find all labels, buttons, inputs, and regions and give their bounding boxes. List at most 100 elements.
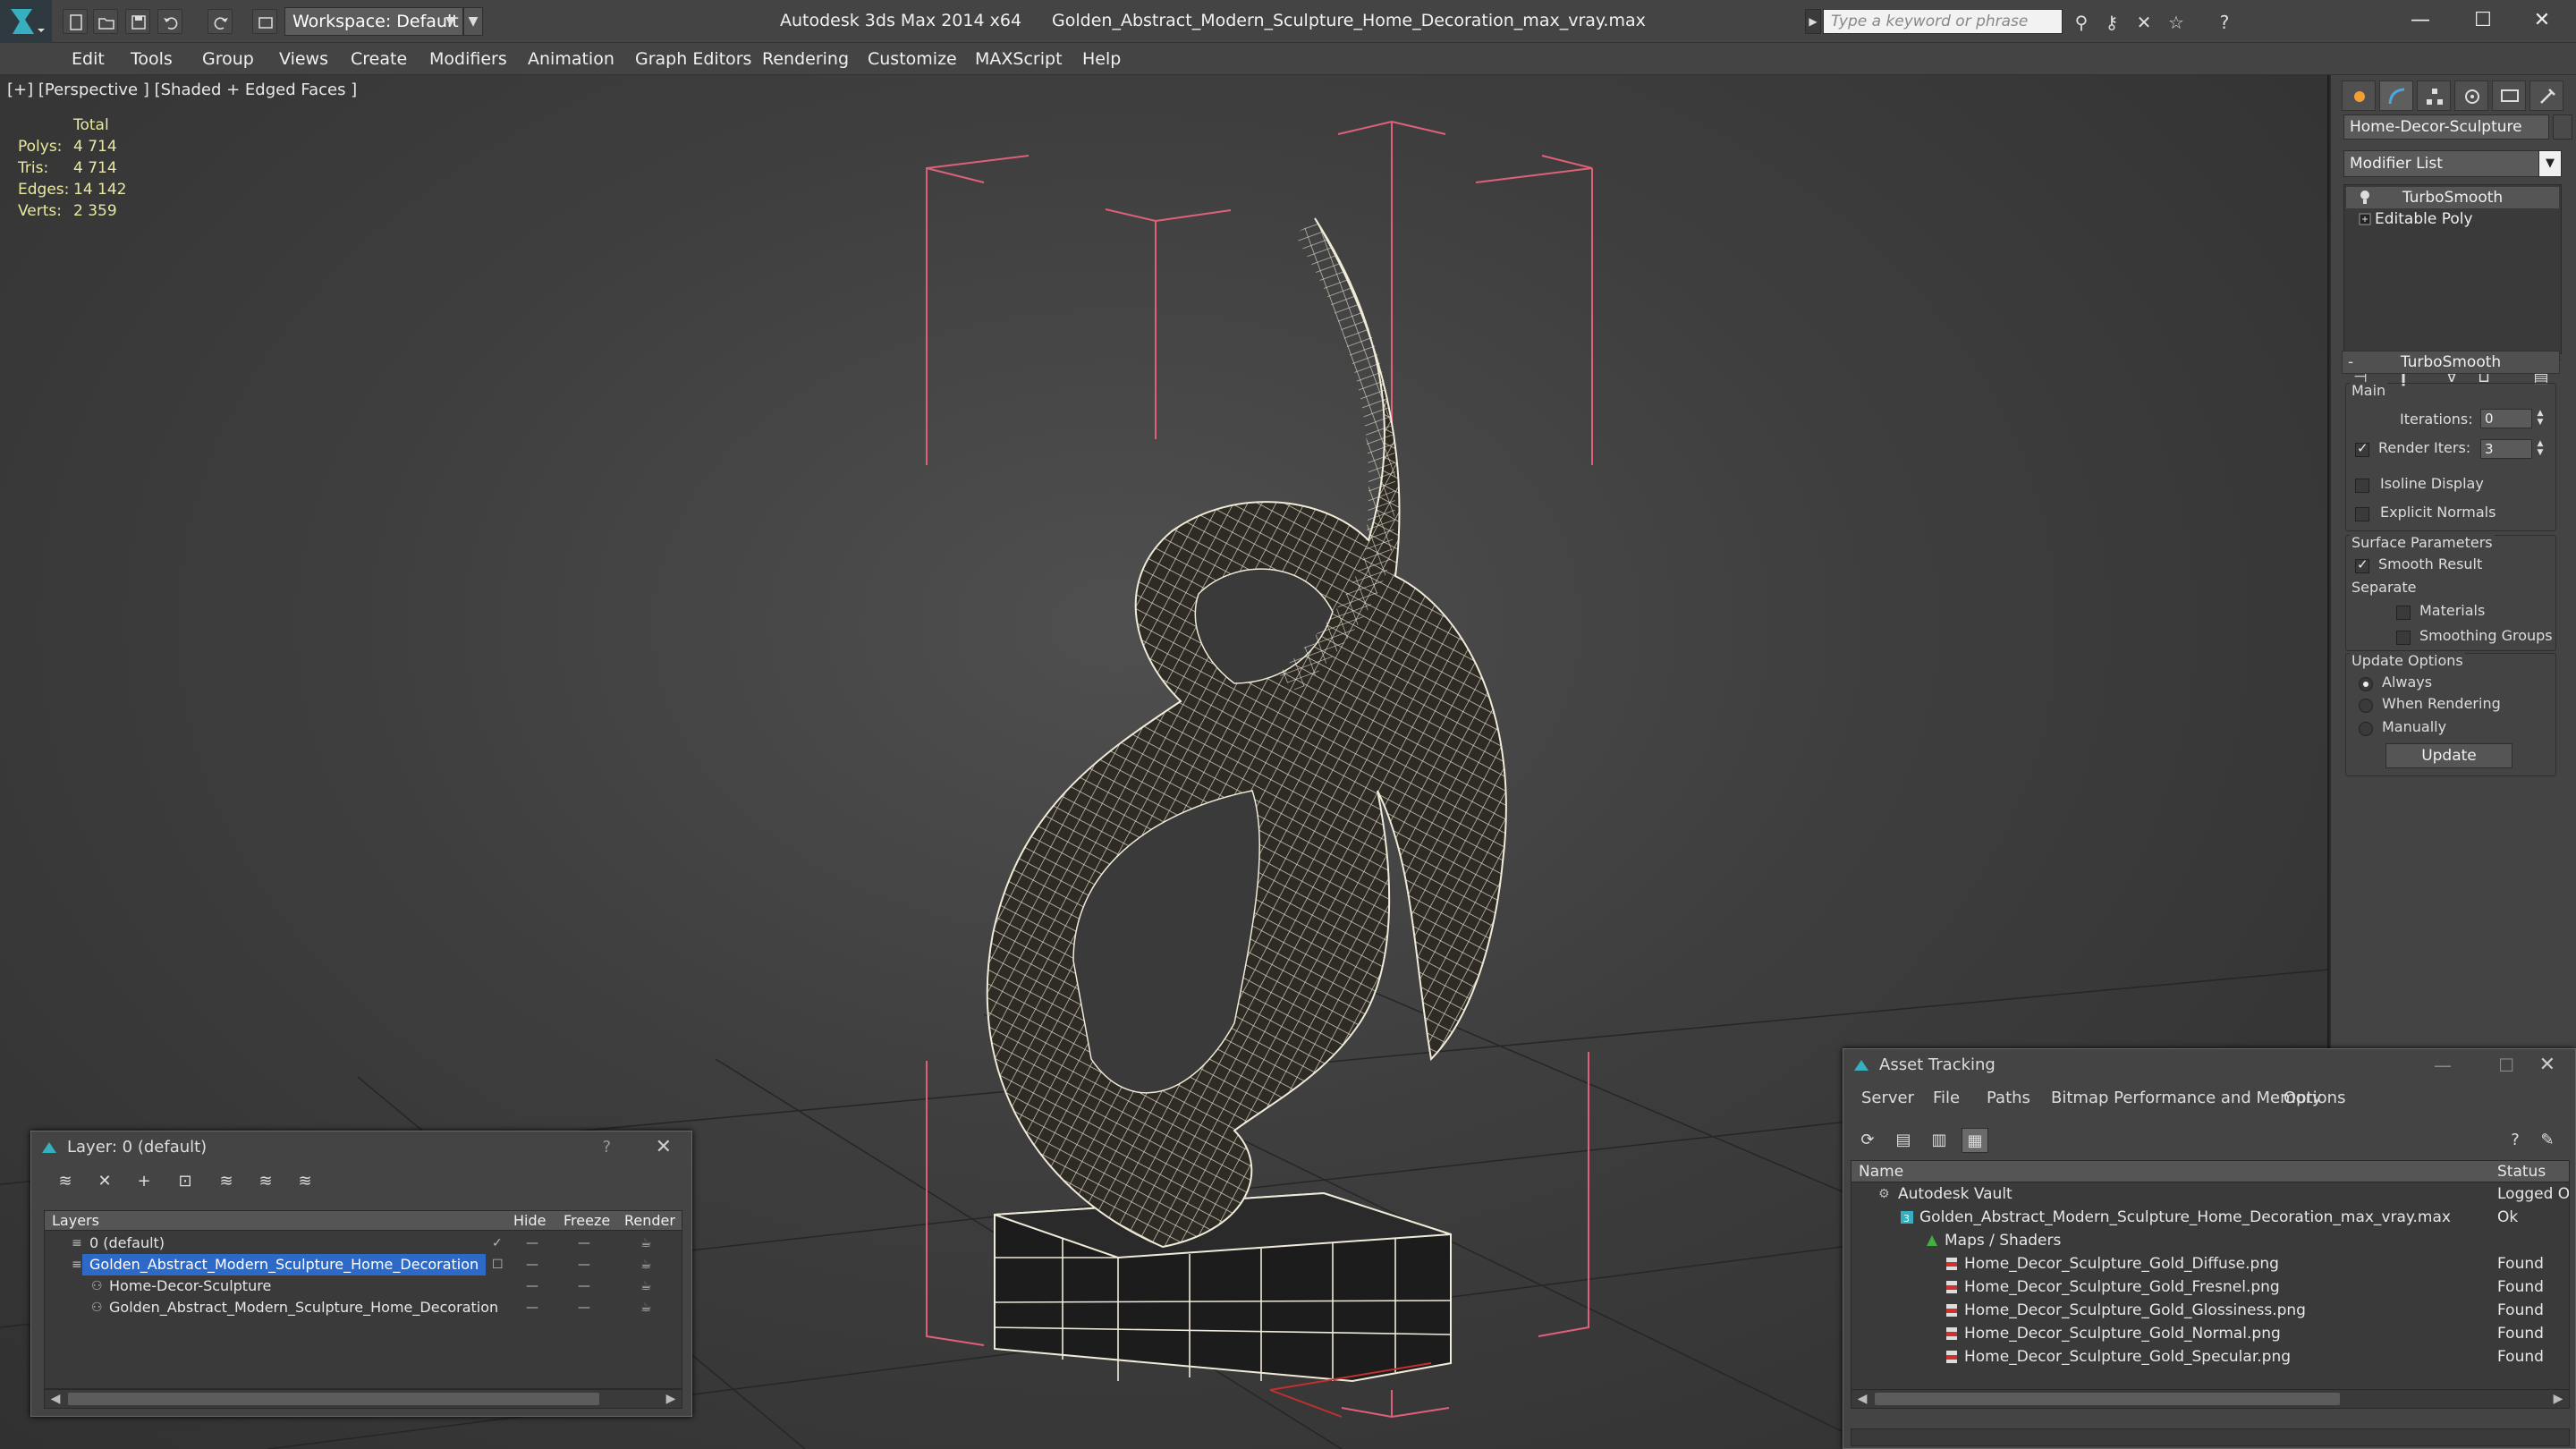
- help-icon[interactable]: ?: [2213, 11, 2236, 34]
- column-hide[interactable]: Hide: [513, 1211, 546, 1231]
- tab-modify[interactable]: [2379, 80, 2413, 111]
- project-folder-icon[interactable]: [252, 9, 277, 34]
- highlight-icon[interactable]: ✎: [2534, 1128, 2561, 1153]
- menu-server[interactable]: Server: [1861, 1089, 1914, 1107]
- scroll-left-icon[interactable]: ◀: [1853, 1390, 1871, 1408]
- menu-tools[interactable]: Tools: [131, 43, 173, 75]
- expand-plus-icon[interactable]: [2359, 211, 2371, 227]
- menu-modifiers[interactable]: Modifiers: [429, 43, 507, 75]
- isoline-display-checkbox[interactable]: [2355, 479, 2369, 493]
- rollout-turbosmooth-header[interactable]: - TurboSmooth: [2342, 351, 2560, 374]
- spinner-arrows-icon[interactable]: ▲ ▼: [2534, 439, 2546, 459]
- render-teapot-icon[interactable]: ☕: [640, 1233, 652, 1254]
- menu-group[interactable]: Group: [202, 43, 254, 75]
- highlight-layer-icon[interactable]: ≋: [214, 1169, 239, 1194]
- dialog-title-bar[interactable]: Asset Tracking — ☐ ✕: [1843, 1049, 2575, 1081]
- modifier-list-dropdown[interactable]: Modifier List: [2343, 150, 2558, 177]
- scrollbar-thumb[interactable]: [68, 1393, 599, 1405]
- tab-display[interactable]: [2492, 80, 2526, 111]
- asset-horizontal-scrollbar[interactable]: ◀ ▶: [1851, 1389, 2570, 1409]
- asset-path-field[interactable]: [1851, 1428, 2570, 1446]
- freeze-all-layers-icon[interactable]: ≋: [292, 1169, 318, 1194]
- menu-rendering[interactable]: Rendering: [762, 43, 849, 75]
- update-button[interactable]: Update: [2385, 743, 2512, 768]
- favorites-star-icon[interactable]: ☆: [2165, 11, 2188, 34]
- freeze-toggle-icon[interactable]: —: [578, 1254, 590, 1275]
- dialog-title-bar[interactable]: Layer: 0 (default) ? ✕: [31, 1131, 691, 1164]
- minimize-button[interactable]: —: [2394, 4, 2447, 38]
- list-view-icon[interactable]: ▤: [1890, 1128, 1917, 1153]
- workspace-dropdown[interactable]: Workspace: Default ▼: [284, 7, 463, 36]
- tab-utilities[interactable]: [2529, 80, 2563, 111]
- active-layer-box-icon[interactable]: ☐: [492, 1254, 504, 1275]
- menu-help[interactable]: Help: [1082, 43, 1121, 75]
- table-row[interactable]: Home_Decor_Sculpture_Gold_Glossiness.png…: [1852, 1299, 2569, 1322]
- menu-graph-editors[interactable]: Graph Editors: [635, 43, 751, 75]
- layer-horizontal-scrollbar[interactable]: ◀ ▶: [44, 1389, 682, 1409]
- freeze-toggle-icon[interactable]: —: [578, 1275, 590, 1297]
- app-logo[interactable]: [0, 0, 52, 43]
- menu-customize[interactable]: Customize: [868, 43, 957, 75]
- save-file-icon[interactable]: [125, 9, 150, 34]
- object-name-field[interactable]: Home-Decor-Sculpture: [2343, 114, 2549, 140]
- table-row[interactable]: 3 Golden_Abstract_Modern_Sculpture_Home_…: [1852, 1206, 2569, 1229]
- new-file-icon[interactable]: [63, 9, 88, 34]
- table-row[interactable]: ⚙ Autodesk Vault Logged O: [1852, 1182, 2569, 1206]
- freeze-toggle-icon[interactable]: —: [578, 1233, 590, 1254]
- table-row[interactable]: Home_Decor_Sculpture_Gold_Diffuse.png Fo…: [1852, 1252, 2569, 1275]
- column-render[interactable]: Render: [624, 1211, 675, 1231]
- update-when-rendering-radio[interactable]: [2359, 699, 2373, 713]
- freeze-toggle-icon[interactable]: —: [578, 1297, 590, 1318]
- stack-item-turbosmooth[interactable]: TurboSmooth: [2346, 187, 2559, 208]
- hide-toggle-icon[interactable]: —: [526, 1254, 538, 1275]
- render-iters-checkbox[interactable]: [2355, 440, 2369, 457]
- table-row[interactable]: Maps / Shaders: [1852, 1229, 2569, 1252]
- active-layer-check-icon[interactable]: ✓: [492, 1233, 503, 1254]
- render-iters-spinner[interactable]: 3: [2480, 439, 2532, 459]
- hide-toggle-icon[interactable]: —: [526, 1275, 538, 1297]
- table-row[interactable]: Home_Decor_Sculpture_Gold_Specular.png F…: [1852, 1345, 2569, 1368]
- refresh-icon[interactable]: ⟳: [1854, 1128, 1881, 1153]
- maximize-button[interactable]: ☐: [2456, 4, 2510, 38]
- menu-animation[interactable]: Animation: [528, 43, 614, 75]
- menu-paths[interactable]: Paths: [1987, 1089, 2030, 1107]
- menu-options[interactable]: Options: [2284, 1089, 2345, 1107]
- add-to-layer-icon[interactable]: +: [131, 1169, 157, 1194]
- undo-icon[interactable]: [157, 9, 182, 34]
- materials-checkbox[interactable]: [2396, 606, 2411, 620]
- menu-bitmap-performance[interactable]: Bitmap Performance and Memory: [2051, 1089, 2322, 1107]
- smoothing-groups-checkbox[interactable]: [2396, 631, 2411, 645]
- search-expand-arrow[interactable]: ▶: [1805, 9, 1821, 34]
- minimize-icon[interactable]: —: [2434, 1049, 2452, 1081]
- maximize-icon[interactable]: ☐: [2498, 1049, 2514, 1081]
- wrench-icon[interactable]: ✕: [2132, 11, 2156, 34]
- spinner-arrows-icon[interactable]: ▲ ▼: [2534, 409, 2546, 428]
- help-icon[interactable]: ?: [2502, 1128, 2529, 1153]
- hide-all-layers-icon[interactable]: ≋: [253, 1169, 278, 1194]
- create-layer-icon[interactable]: ≋: [53, 1169, 78, 1194]
- select-in-layer-icon[interactable]: ⊡: [173, 1169, 198, 1194]
- menu-edit[interactable]: Edit: [72, 43, 105, 75]
- hide-toggle-icon[interactable]: —: [526, 1297, 538, 1318]
- iterations-spinner[interactable]: 0: [2480, 409, 2532, 428]
- workspace-menu-arrow[interactable]: ▼: [463, 7, 483, 36]
- column-status[interactable]: Status: [2497, 1161, 2546, 1182]
- tab-motion[interactable]: [2454, 80, 2488, 111]
- viewport-label[interactable]: [+] [Perspective ] [Shaded + Edged Faces…: [7, 80, 357, 99]
- detail-view-icon[interactable]: ▥: [1926, 1128, 1953, 1153]
- key-icon[interactable]: ⚷: [2100, 11, 2123, 34]
- render-teapot-icon[interactable]: ☕: [640, 1297, 652, 1318]
- delete-layer-icon[interactable]: ✕: [92, 1169, 117, 1194]
- scroll-right-icon[interactable]: ▶: [662, 1390, 680, 1408]
- hide-toggle-icon[interactable]: —: [526, 1233, 538, 1254]
- table-row[interactable]: ≡ Golden_Abstract_Modern_Sculpture_Home_…: [45, 1254, 682, 1275]
- menu-maxscript[interactable]: MAXScript: [975, 43, 1063, 75]
- redo-icon[interactable]: [208, 9, 233, 34]
- open-file-icon[interactable]: [93, 9, 118, 34]
- table-view-icon[interactable]: ▦: [1962, 1128, 1988, 1153]
- menu-file[interactable]: File: [1933, 1089, 1960, 1107]
- render-teapot-icon[interactable]: ☕: [640, 1254, 652, 1275]
- update-always-radio[interactable]: [2359, 677, 2373, 691]
- column-layers[interactable]: Layers: [52, 1211, 99, 1231]
- table-row[interactable]: ≡ 0 (default) ✓ — — ☕: [45, 1233, 682, 1254]
